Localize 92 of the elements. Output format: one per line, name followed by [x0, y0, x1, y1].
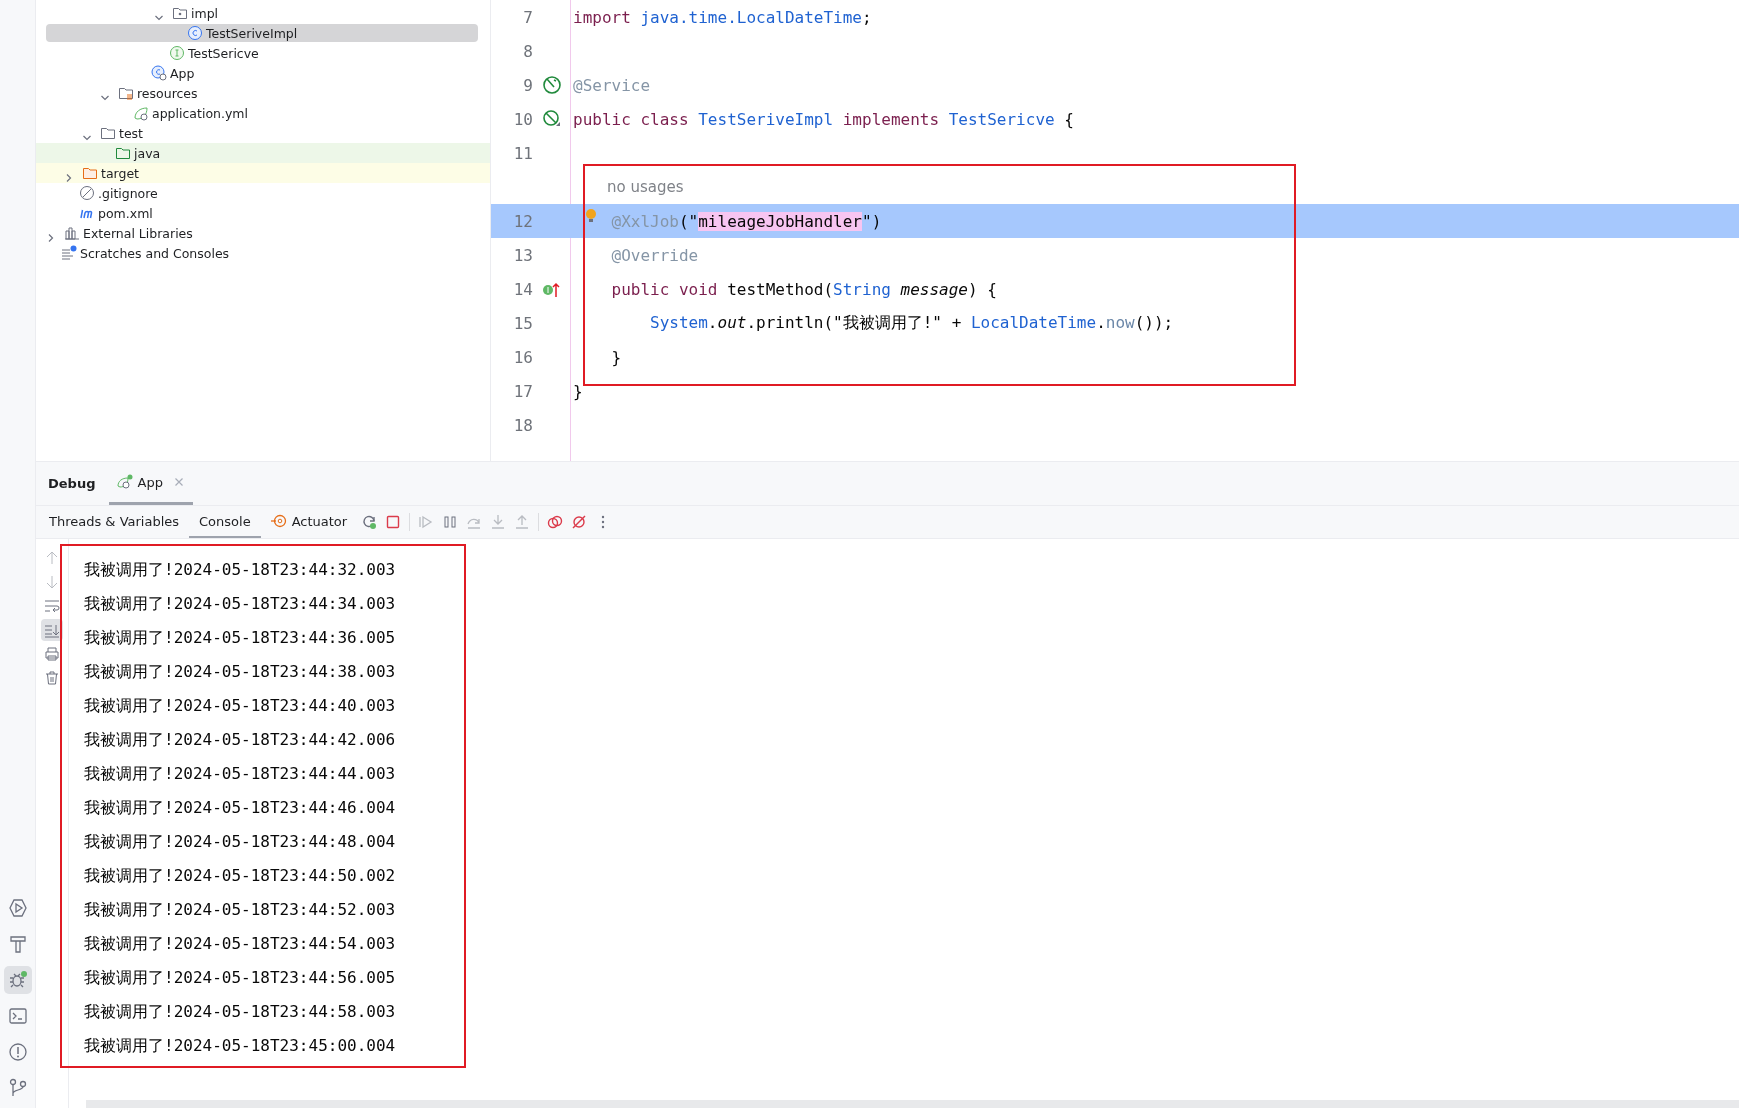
branch-icon[interactable]	[7, 1078, 28, 1098]
bean-icon[interactable]	[541, 75, 562, 95]
tree-item[interactable]: java	[115, 143, 161, 163]
hammer-icon[interactable]	[7, 934, 28, 954]
scroll-to-end-icon[interactable]	[44, 622, 60, 638]
interface-icon	[169, 45, 185, 61]
chevron-down-icon[interactable]	[82, 133, 92, 143]
line-number: 15	[512, 313, 533, 333]
actuator-icon	[270, 513, 287, 529]
debug-tab[interactable]: Actuator	[260, 506, 358, 538]
run-icon[interactable]	[7, 898, 28, 918]
console-line: 我被调用了!2024-05-18T23:44:32.003	[84, 559, 396, 581]
code-line: }	[610, 347, 622, 367]
tree-item[interactable]: pom.xml	[79, 203, 153, 223]
soft-wrap-icon[interactable]	[44, 598, 60, 614]
terminal-icon[interactable]	[7, 1006, 28, 1026]
breakpoints-icon[interactable]	[547, 514, 564, 530]
code-line: System.out.println("我被调用了!" + LocalDateTime.now());	[649, 312, 1174, 334]
prohibited-icon	[79, 185, 95, 201]
console-line: 我被调用了!2024-05-18T23:44:52.003	[84, 899, 396, 921]
line-number: 17	[512, 381, 533, 401]
line-number: 11	[512, 143, 533, 163]
tree-item[interactable]: App	[151, 63, 195, 83]
panel-title: Debug	[48, 476, 96, 491]
line-number: 13	[512, 245, 533, 265]
console-line: 我被调用了!2024-05-18T23:44:58.003	[84, 1001, 396, 1023]
code-line: @Service	[573, 75, 651, 95]
stop-icon[interactable]	[385, 514, 402, 530]
code-line: @Override	[610, 245, 699, 265]
debug-tab[interactable]: Threads & Variables	[39, 506, 190, 538]
tree-item[interactable]: impl	[169, 3, 219, 23]
package-icon	[172, 5, 188, 21]
chevron-right-icon[interactable]	[64, 173, 74, 183]
folder-icon	[82, 165, 98, 181]
close-icon[interactable]	[172, 476, 185, 488]
tree-item[interactable]: application.yml	[133, 103, 248, 123]
console-line: 我被调用了!2024-05-18T23:44:38.003	[84, 661, 396, 683]
line-number: 14	[512, 279, 533, 299]
line-number: 18	[512, 415, 533, 435]
tree-item[interactable]: target	[79, 163, 139, 183]
tree-item[interactable]: External Libraries	[61, 223, 193, 243]
class-icon	[151, 65, 167, 81]
chevron-down-icon[interactable]	[154, 13, 164, 23]
code-line: public void testMethod(String message) {	[610, 279, 997, 299]
print-icon[interactable]	[44, 646, 60, 662]
line-number: 12	[512, 211, 533, 231]
line-number: 9	[522, 75, 533, 95]
console-line: 我被调用了!2024-05-18T23:44:36.005	[84, 627, 396, 649]
tree-item[interactable]: resources	[115, 83, 198, 103]
tree-item[interactable]: .gitignore	[79, 183, 158, 203]
tree-row[interactable]: target	[36, 163, 490, 183]
console-line: 我被调用了!2024-05-18T23:44:40.003	[84, 695, 396, 717]
scratches-icon	[61, 245, 77, 261]
tree-item[interactable]: TestSericve	[169, 43, 259, 63]
chevron-right-icon[interactable]	[46, 233, 56, 243]
tree-item[interactable]: TestSeriveImpl	[187, 23, 298, 43]
console-line: 我被调用了!2024-05-18T23:44:50.002	[84, 865, 396, 887]
console-line: 我被调用了!2024-05-18T23:44:56.005	[84, 967, 396, 989]
folder-icon	[115, 145, 131, 161]
line-number: 10	[512, 109, 533, 129]
line-number: 16	[512, 347, 533, 367]
warning-icon[interactable]	[7, 1042, 28, 1062]
spring-run-icon	[117, 474, 134, 490]
console-line: 我被调用了!2024-05-18T23:44:42.006	[84, 729, 396, 751]
console-line: 我被调用了!2024-05-18T23:44:46.004	[84, 797, 396, 819]
console-line: 我被调用了!2024-05-18T23:44:44.003	[84, 763, 396, 785]
leaf-icon	[133, 105, 149, 121]
rerun-icon[interactable]	[361, 514, 378, 530]
console-line: 我被调用了!2024-05-18T23:45:00.004	[84, 1035, 396, 1057]
pause-icon[interactable]	[442, 514, 459, 530]
resources-folder-icon	[118, 85, 134, 101]
tree-item[interactable]: test	[97, 123, 143, 143]
code-line: import java.time.LocalDateTime;	[573, 7, 872, 27]
libraries-icon	[64, 225, 80, 241]
tree-row[interactable]: java	[36, 143, 490, 163]
chevron-down-icon[interactable]	[100, 93, 110, 103]
bug-icon[interactable]	[7, 970, 28, 990]
line-number: 8	[522, 41, 533, 61]
folder-icon	[100, 125, 116, 141]
console-line: 我被调用了!2024-05-18T23:44:48.004	[84, 831, 396, 853]
line-number: 7	[522, 7, 533, 27]
console-line: 我被调用了!2024-05-18T23:44:54.003	[84, 933, 396, 955]
bean-icon[interactable]	[541, 109, 562, 129]
debug-tab[interactable]: Console	[189, 506, 261, 538]
tree-item[interactable]: Scratches and Consoles	[61, 243, 230, 263]
inlay-hint[interactable]: no usages	[607, 178, 684, 196]
trash-icon[interactable]	[44, 670, 60, 686]
code-line: public class TestSeriveImpl implements TestSericve {	[573, 109, 1074, 129]
console-line: 我被调用了!2024-05-18T23:44:34.003	[84, 593, 396, 615]
code-line: }	[573, 381, 583, 401]
bulb-icon[interactable]	[585, 207, 597, 224]
mute-breakpoints-icon[interactable]	[571, 514, 588, 530]
